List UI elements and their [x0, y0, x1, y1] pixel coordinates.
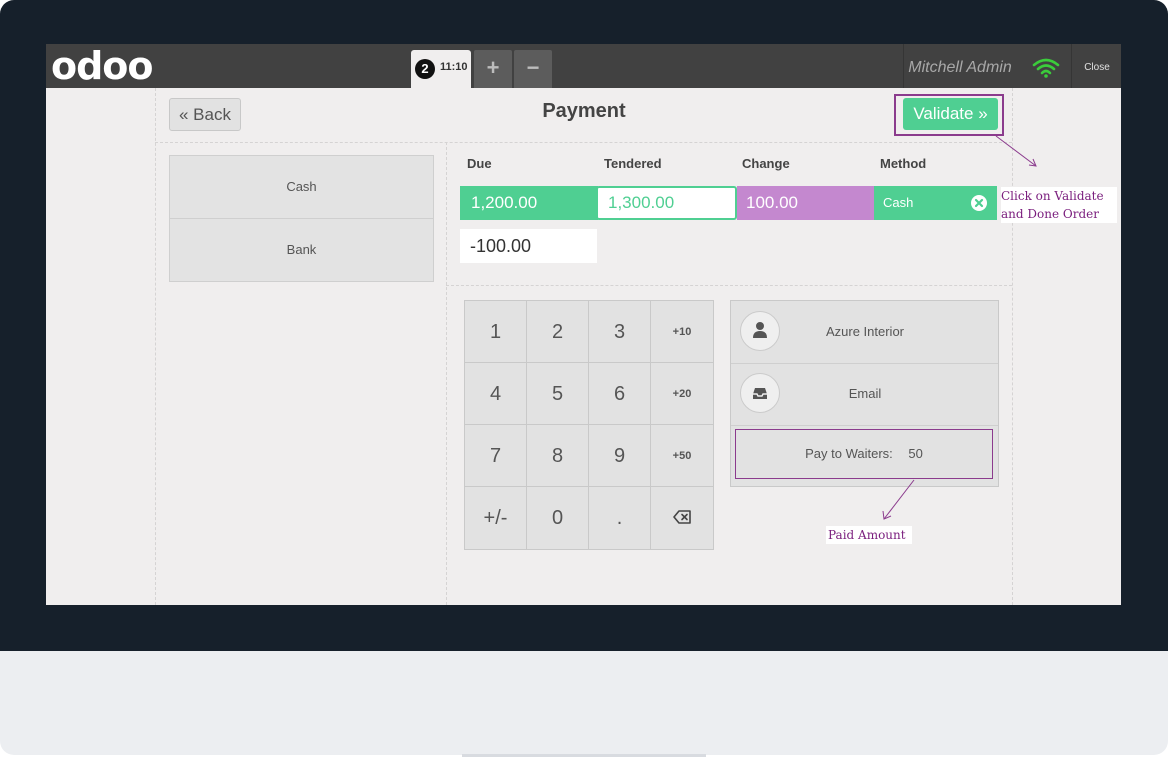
validate-annotation-line2: and Done Order: [1001, 207, 1099, 221]
monitor-chin: [0, 651, 1168, 755]
paid-amount-annotation: Paid Amount: [826, 526, 912, 544]
validate-annotation: Click on Validate and Done Order: [1001, 187, 1117, 223]
pos-screen: odoo 2 11:10 + − Mitchell Admin Close « …: [46, 44, 1121, 605]
validate-annotation-line1: Click on Validate: [1001, 189, 1104, 203]
annotation-arrows: [882, 135, 1037, 520]
